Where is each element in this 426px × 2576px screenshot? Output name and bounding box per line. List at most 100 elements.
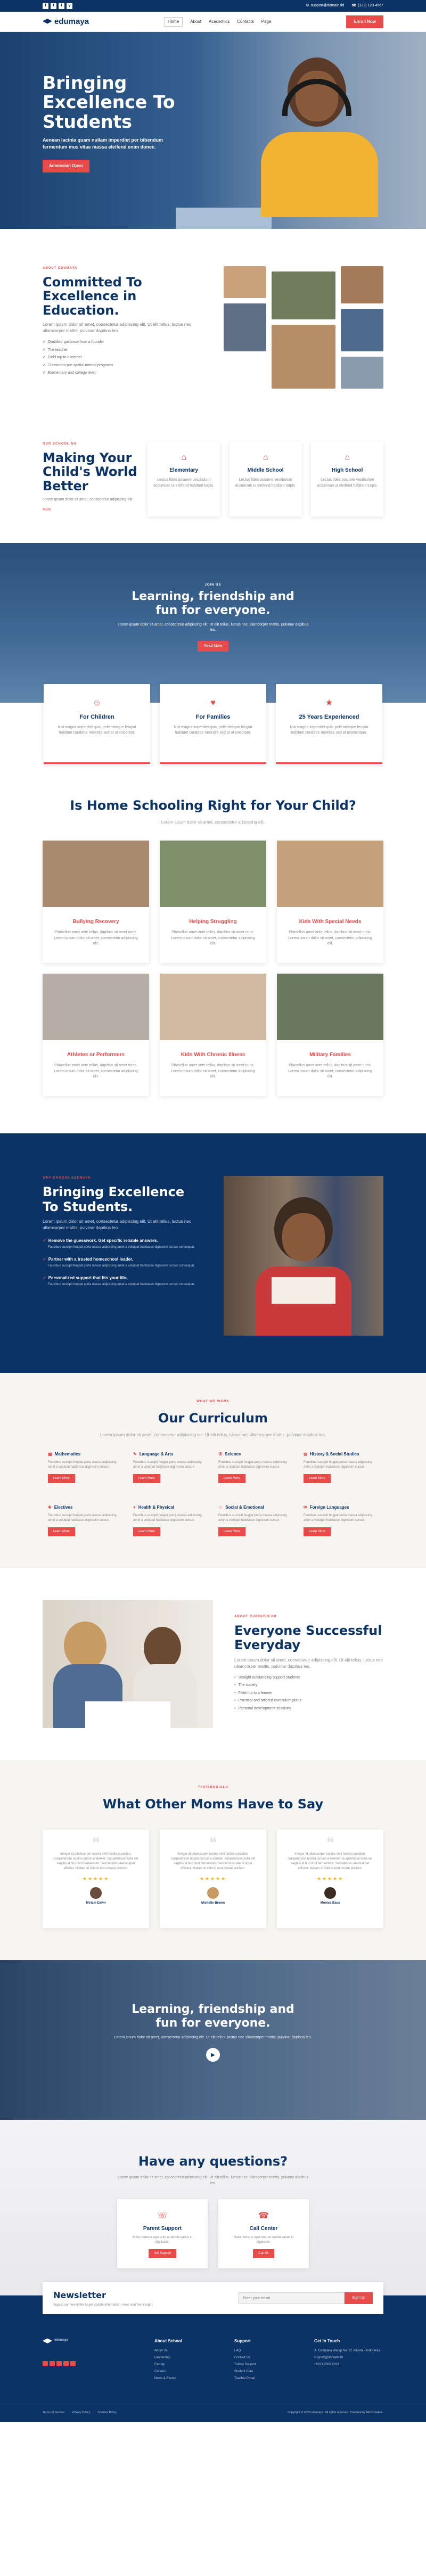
list-item: The society <box>234 1683 383 1689</box>
terms-link[interactable]: Terms of Service <box>43 2410 64 2415</box>
instagram-icon[interactable] <box>56 2361 62 2366</box>
learn-more-button[interactable]: Learn More <box>48 1527 75 1536</box>
homeschool-card[interactable]: Bullying Recovery Phasellus amet ante te… <box>43 841 149 963</box>
school-icon: ⌂ <box>263 453 268 462</box>
get-support-button[interactable]: Get Support <box>148 2249 177 2258</box>
instagram-icon[interactable]: i <box>59 3 64 9</box>
curriculum-item: ▦ Mathematics Faucibus suscipit feugiat p… <box>48 1451 122 1483</box>
sign-up-button[interactable]: Sign Up <box>345 2292 373 2304</box>
nav-about[interactable]: About <box>190 19 201 25</box>
card-text: Phasellus amet ante tellus, dapibus sit … <box>54 1064 138 1079</box>
homeschool-grid: Bullying Recovery Phasellus amet ante te… <box>0 841 426 1096</box>
youtube-icon[interactable]: y <box>67 3 72 9</box>
calculator-icon: ▦ <box>48 1452 52 1456</box>
footer-link[interactable]: Contact Us <box>234 2356 298 2360</box>
learn-more-button[interactable]: Learn More <box>133 1474 160 1483</box>
homeschool-card[interactable]: Kids With Special Needs Phasellus amet a… <box>277 841 383 963</box>
card-image <box>277 974 383 1040</box>
successful-text: Lorem ipsum dolor sit amet, consectetur … <box>234 1657 383 1669</box>
nav-contacts[interactable]: Contacts <box>237 19 254 25</box>
facebook-icon[interactable]: f <box>43 3 48 9</box>
questions-text: Lorem ipsum dolor sit amet, consectetur … <box>118 2176 308 2185</box>
students-classroom-image <box>43 1600 213 1728</box>
nav-page[interactable]: Page <box>261 19 272 25</box>
youtube-icon[interactable] <box>63 2361 69 2366</box>
homeschool-card[interactable]: Military Families Phasellus amet ante te… <box>277 974 383 1096</box>
footer-logo[interactable]: edumaya <box>43 2338 138 2345</box>
curriculum-text: Lorem ipsum dolor sit amet, consectetur … <box>100 1433 326 1437</box>
quote-icon: ❝ <box>326 1834 334 1851</box>
learn-more-button[interactable]: Learn More <box>133 1527 160 1536</box>
testimonials-title: What Other Moms Have to Say <box>102 1797 324 1812</box>
learn-more-button[interactable]: Learn More <box>48 1474 75 1483</box>
list-item: Personal development sessions <box>234 1706 383 1712</box>
footer-col-title: Get In Touch <box>314 2339 340 2343</box>
email-input[interactable] <box>238 2292 345 2304</box>
homeschool-card[interactable]: Athletes or Performers Phasellus amet an… <box>43 974 149 1096</box>
footer-link[interactable]: Student Care <box>234 2369 298 2374</box>
testimonial-list: ❝ Integer id ullamcorper lacinia velit f… <box>0 1830 426 1928</box>
star-rating: ★★★★★ <box>316 1876 344 1882</box>
call-us-button[interactable]: Call Us <box>253 2249 274 2258</box>
nav-academics[interactable]: Academics <box>209 19 230 25</box>
stage-card-high[interactable]: ⌂ High School Lectus fides posuere vesti… <box>311 442 383 516</box>
site-logo[interactable]: edumaya <box>43 16 89 28</box>
footer-link[interactable]: Tuition Support <box>234 2363 298 2367</box>
curriculum-grid: ▦ Mathematics Faucibus suscipit feugiat p… <box>0 1451 426 1536</box>
learn-more-button[interactable]: Learn More <box>304 1474 331 1483</box>
nav-home[interactable]: Home <box>163 17 183 27</box>
privacy-link[interactable]: Privacy Policy <box>72 2410 90 2415</box>
footer-link[interactable]: FAQ <box>234 2349 298 2353</box>
footer-link[interactable]: About Us <box>154 2349 218 2353</box>
schooling-section: OUR SCHOOLING Making Your Child's World … <box>0 421 426 543</box>
footer-link[interactable]: Faculty <box>154 2363 218 2367</box>
footer-link[interactable]: Leadership <box>154 2356 218 2360</box>
topbar-email[interactable]: ✉ support@domain.tld <box>306 3 345 9</box>
twitter-icon[interactable] <box>50 2361 55 2366</box>
item-title: Personalized support that fits your life… <box>43 1275 202 1281</box>
friendship-banner: JOIN US Learning, friendship and fun for… <box>0 543 426 703</box>
card-title: Kids With Special Needs <box>299 919 362 925</box>
successful-list: Straight outstanding support students Th… <box>234 1675 383 1712</box>
video-text: Lorem ipsum dolor sit amet, consectetur … <box>114 2035 312 2039</box>
footer-link[interactable]: News & Events <box>154 2376 218 2381</box>
item-text: Faucibus suscipit feugiat porta massa ad… <box>218 1514 287 1522</box>
footer-col-title: Support <box>234 2339 251 2343</box>
footer-email[interactable]: support@domain.tld <box>314 2356 383 2360</box>
footer-bottom-bar: Terms of Service Privacy Policy Cookies … <box>0 2405 426 2422</box>
footer-phone[interactable]: +6221.2002.2012 <box>314 2363 383 2367</box>
stage-card-middle[interactable]: ⌂ Middle School Lectus fides posuere ves… <box>229 442 302 516</box>
quote-icon: ❝ <box>92 1834 100 1851</box>
topbar-phone[interactable]: ☎ (123) 123-4567 <box>351 3 383 9</box>
card-text: Nulla rhoncus eget ante at lacinia variu… <box>132 2236 193 2244</box>
homeschool-card[interactable]: Kids With Chronic Illness Phasellus amet… <box>160 974 266 1096</box>
enroll-now-button[interactable]: Enroll Now <box>346 15 383 28</box>
questions-section: Have any questions? Lorem ipsum dolor si… <box>0 2120 426 2295</box>
twitter-icon[interactable]: t <box>51 3 56 9</box>
item-text: Faucibus suscipit feugiat porta massa ad… <box>48 1246 195 1249</box>
learn-more-button[interactable]: Learn More <box>218 1527 245 1536</box>
list-item: Field trip to a learner <box>43 355 202 361</box>
topbar-email-text: support@domain.tld <box>310 3 345 7</box>
collage-photo <box>224 303 266 351</box>
stage-card-elementary[interactable]: ⌂ Elementary Lectus fides posuere vestib… <box>148 442 220 516</box>
footer-link[interactable]: Teacher Portal <box>234 2376 298 2381</box>
learn-more-button[interactable]: Learn More <box>304 1527 331 1536</box>
footer-col-contact: Get In Touch Jl. Cempaka Wangi No. 22 Ja… <box>314 2338 383 2383</box>
linkedin-icon[interactable] <box>70 2361 76 2366</box>
collage-photo <box>272 271 335 319</box>
admission-button[interactable]: Admission Open <box>43 159 89 172</box>
learn-more-button[interactable]: Learn More <box>218 1474 245 1483</box>
read-more-button[interactable]: Read More <box>197 640 229 652</box>
more-link[interactable]: More <box>43 507 138 513</box>
play-icon[interactable]: ▶ <box>206 2048 220 2062</box>
footer-link[interactable]: Careers <box>154 2369 218 2374</box>
homeschool-card[interactable]: Helping Struggling Phasellus amet ante t… <box>160 841 266 963</box>
section-label: JOIN US <box>204 583 222 587</box>
card-image <box>277 841 383 907</box>
avatar <box>207 1887 219 1899</box>
cookies-link[interactable]: Cookies Policy <box>97 2410 117 2415</box>
curriculum-section: WHAT WE WORK Our Curriculum Lorem ipsum … <box>0 1373 426 1568</box>
facebook-icon[interactable] <box>43 2361 48 2366</box>
avatar <box>90 1887 102 1899</box>
